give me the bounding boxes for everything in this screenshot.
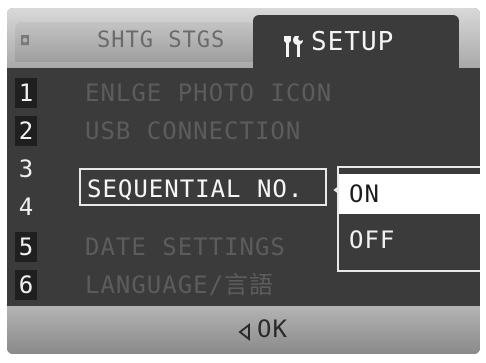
tab-shooting-settings[interactable]: ◘ SHTG STGS [15, 22, 255, 62]
row-number-6: 6 [15, 270, 37, 300]
tab-setup[interactable]: SETUP [253, 15, 459, 68]
menu-item-enlarge-photo-icon[interactable]: ENLGE PHOTO ICON [85, 78, 332, 108]
tab-setup-label: SETUP [311, 27, 395, 57]
ok-label[interactable]: OK [257, 315, 288, 343]
row-number-5: 5 [15, 232, 37, 262]
menu-item-language[interactable]: LANGUAGE/言語 [85, 270, 274, 300]
camera-icon: ◘ [21, 34, 29, 49]
option-off[interactable]: OFF [349, 220, 395, 260]
sequential-no-options: ON OFF [337, 166, 480, 272]
menu-item-date-settings[interactable]: DATE SETTINGS [85, 232, 286, 262]
left-arrow-icon [238, 323, 250, 341]
option-on[interactable]: ON [339, 174, 480, 214]
row-number-2: 2 [15, 116, 37, 146]
camera-menu-screen: ◘ SHTG STGS SETUP 1 ENLGE PHOTO ICON 2 U… [7, 8, 480, 354]
menu-item-usb-connection[interactable]: USB CONNECTION [85, 116, 301, 146]
row-number-3: 3 [18, 155, 34, 183]
row-number-4: 4 [18, 193, 34, 221]
setup-menu-list: 1 ENLGE PHOTO ICON 2 USB CONNECTION 3 SE… [7, 68, 480, 306]
tab-shooting-label: SHTG STGS [97, 28, 226, 53]
tab-bar: ◘ SHTG STGS SETUP [7, 8, 480, 68]
wrench-screwdriver-icon [284, 36, 303, 57]
menu-item-sequential-no[interactable]: SEQUENTIAL NO. [79, 168, 327, 206]
footer-bar: OK [7, 306, 480, 354]
row-number-1: 1 [15, 78, 37, 108]
